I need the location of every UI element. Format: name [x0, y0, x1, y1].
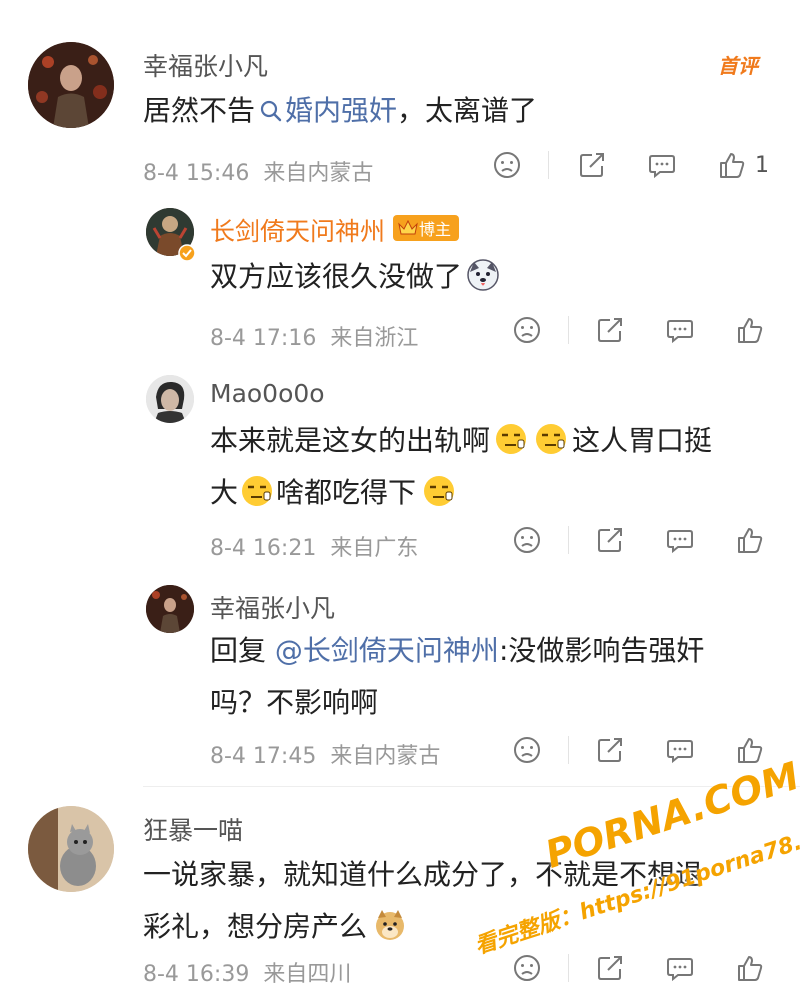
- comment-1: 幸福张小凡 首评 居然不告 婚内强奸，太离谱了 8-4 15:46 来自内蒙古 1: [0, 0, 800, 200]
- timestamp: 8-4 17:16 来自浙江: [210, 326, 419, 351]
- action-bar: [512, 525, 765, 555]
- frown-icon[interactable]: [512, 525, 542, 555]
- comment-icon[interactable]: [665, 525, 695, 555]
- share-icon[interactable]: [595, 953, 625, 983]
- text-part: ，太离谱了: [397, 94, 538, 127]
- like-icon[interactable]: [717, 150, 747, 180]
- like-icon[interactable]: [735, 953, 765, 983]
- username[interactable]: 幸福张小凡: [143, 47, 268, 83]
- share-icon[interactable]: [595, 735, 625, 765]
- comment-icon[interactable]: [665, 735, 695, 765]
- timestamp: 8-4 15:46 来自内蒙古: [143, 161, 374, 186]
- like-count: 1: [755, 152, 769, 178]
- username[interactable]: 长剑倚天问神州 博主: [210, 212, 460, 248]
- topic-link[interactable]: 婚内强奸: [255, 94, 397, 127]
- avatar[interactable]: [146, 585, 194, 633]
- username[interactable]: 狂暴一喵: [143, 811, 243, 847]
- crown-icon: [398, 219, 418, 235]
- husky-emoji-icon: [466, 257, 500, 291]
- smirk-emoji-icon: [494, 421, 528, 455]
- mention-link[interactable]: @长剑倚天问神州: [275, 634, 499, 667]
- comment-icon[interactable]: [665, 315, 695, 345]
- action-bar: [512, 735, 765, 765]
- verified-icon: [178, 244, 196, 266]
- like-icon[interactable]: [735, 525, 765, 555]
- timestamp: 8-4 17:45 来自内蒙古: [210, 744, 441, 769]
- blogger-badge: 博主: [393, 215, 460, 241]
- smirk-emoji-icon: [422, 473, 456, 507]
- like-icon[interactable]: [735, 735, 765, 765]
- action-bar: [512, 953, 765, 983]
- comment-text: 本来就是这女的出轨啊 这人胃口挺大啥都吃得下: [210, 415, 780, 519]
- doge-emoji-icon: [373, 907, 407, 941]
- text-part: 居然不告: [143, 94, 256, 127]
- comment-icon[interactable]: [647, 150, 677, 180]
- share-icon[interactable]: [577, 150, 607, 180]
- first-comment-tag: 首评: [718, 54, 758, 78]
- smirk-emoji-icon: [534, 421, 568, 455]
- share-icon[interactable]: [595, 315, 625, 345]
- action-bar: 1: [492, 150, 769, 180]
- like-icon[interactable]: [735, 315, 765, 345]
- avatar[interactable]: [28, 806, 114, 892]
- action-bar: [512, 315, 765, 345]
- comment-text: 双方应该很久没做了: [210, 251, 770, 303]
- avatar[interactable]: [28, 42, 114, 128]
- frown-icon[interactable]: [512, 735, 542, 765]
- avatar[interactable]: [146, 375, 194, 423]
- smirk-emoji-icon: [240, 473, 274, 507]
- comment-icon[interactable]: [665, 953, 695, 983]
- username[interactable]: Mao0o0o: [210, 379, 325, 408]
- timestamp: 8-4 16:21 来自广东: [210, 536, 419, 561]
- share-icon[interactable]: [595, 525, 625, 555]
- frown-icon[interactable]: [512, 315, 542, 345]
- frown-icon[interactable]: [512, 953, 542, 983]
- comment-text: 居然不告 婚内强奸，太离谱了: [143, 85, 763, 137]
- search-icon: [260, 100, 282, 122]
- timestamp: 8-4 16:39 来自四川: [143, 962, 352, 987]
- topic-text: 婚内强奸: [285, 94, 398, 127]
- frown-icon[interactable]: [492, 150, 522, 180]
- comment-text: 回复 @长剑倚天问神州:没做影响告强奸 吗？不影响啊: [210, 634, 705, 719]
- username[interactable]: 幸福张小凡: [210, 589, 335, 625]
